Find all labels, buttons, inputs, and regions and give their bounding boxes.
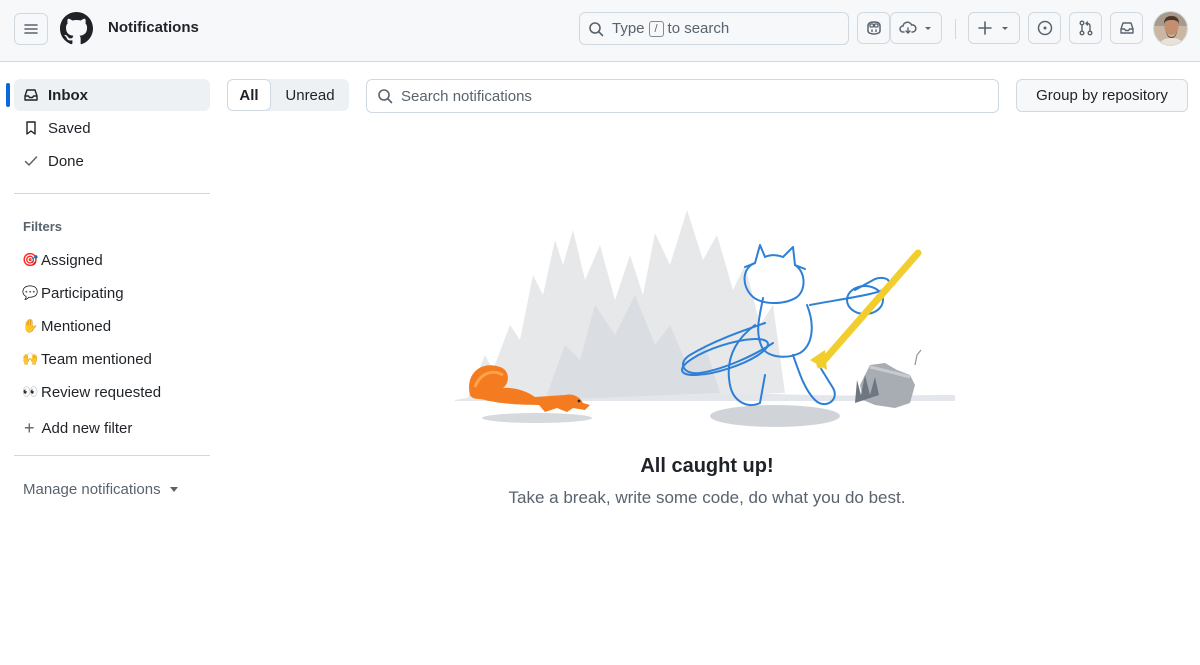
create-new-button[interactable] (968, 12, 1020, 44)
inbox-icon (23, 87, 39, 103)
menu-button[interactable] (14, 13, 48, 45)
filter-participating[interactable]: 💬 Participating (14, 278, 210, 308)
inbox-button[interactable] (1110, 12, 1143, 44)
add-filter-label: Add new filter (41, 419, 133, 437)
speech-balloon-icon: 💬 (22, 285, 39, 300)
inbox-icon (1119, 22, 1134, 34)
manage-notifications-button[interactable]: Manage notifications (23, 481, 178, 498)
filter-team-mentioned[interactable]: 🙌 Team mentioned (14, 344, 210, 374)
global-search-button[interactable]: Type / to search (579, 12, 849, 45)
app-header: Notifications Type / to search (0, 0, 1200, 62)
filter-label: Team mentioned (41, 350, 152, 368)
empty-state-subtitle: Take a break, write some code, do what y… (508, 488, 906, 507)
copilot-button[interactable] (857, 12, 890, 44)
manage-notifications-label: Manage notifications (23, 481, 161, 498)
filter-label: Assigned (41, 251, 103, 269)
tab-all[interactable]: All (227, 79, 271, 111)
search-placeholder: Type / to search (612, 20, 729, 37)
copilot-menu-button[interactable] (890, 12, 942, 44)
filter-mentioned[interactable]: ✋ Mentioned (14, 311, 210, 341)
copilot-icon (866, 21, 881, 35)
chevron-down-icon (1001, 27, 1008, 30)
search-icon (378, 89, 393, 104)
header-divider (955, 19, 956, 39)
search-placeholder-after: to search (667, 20, 730, 37)
sidebar-item-label: Done (48, 152, 84, 170)
active-indicator (6, 83, 10, 107)
plus-icon (977, 21, 992, 35)
filter-label: Mentioned (41, 317, 112, 335)
filters-heading: Filters (23, 219, 63, 234)
cloud-icon (898, 21, 917, 34)
tab-unread[interactable]: Unread (271, 79, 349, 111)
broom-stick (816, 249, 922, 369)
sidebar-divider (14, 193, 210, 194)
caret-down-icon (169, 487, 178, 492)
target-icon: 🎯 (22, 252, 39, 267)
check-icon (23, 153, 39, 169)
group-by-repository-button[interactable]: Group by repository (1016, 79, 1188, 112)
filter-tabs: All Unread (227, 79, 349, 111)
chevron-down-icon (924, 27, 931, 30)
empty-state-title: All caught up! (640, 455, 774, 477)
search-notifications-input[interactable] (401, 87, 961, 105)
notifications-search[interactable] (366, 79, 999, 113)
issue-opened-icon (1037, 20, 1052, 36)
page-title[interactable]: Notifications (108, 19, 199, 36)
sidebar-divider (14, 455, 210, 456)
eyes-icon: 👀 (22, 384, 39, 399)
sidebar-item-saved[interactable]: Saved (14, 112, 210, 144)
github-logo-icon[interactable] (60, 12, 93, 45)
user-avatar[interactable] (1153, 11, 1188, 46)
search-placeholder-before: Type (612, 20, 645, 37)
filter-review-requested[interactable]: 👀 Review requested (14, 377, 210, 407)
git-pull-request-icon (1079, 20, 1092, 36)
raised-hand-icon: ✋ (22, 318, 39, 333)
sidebar-item-label: Inbox (48, 86, 88, 104)
hamburger-icon (24, 24, 38, 34)
issues-button[interactable] (1028, 12, 1061, 44)
bookmark-icon (23, 120, 39, 136)
plus-icon: + (24, 418, 35, 438)
sidebar-item-label: Saved (48, 119, 91, 137)
filter-assigned[interactable]: 🎯 Assigned (14, 245, 210, 275)
sidebar-item-done[interactable]: Done (14, 145, 210, 177)
sidebar-item-inbox[interactable]: Inbox (14, 79, 210, 111)
filter-label: Participating (41, 284, 124, 302)
all-caught-up-illustration (455, 210, 955, 427)
slash-key-hint: / (648, 20, 664, 37)
filter-label: Review requested (41, 383, 162, 401)
raised-hands-icon: 🙌 (22, 351, 39, 366)
shadow-shape (482, 413, 592, 423)
add-filter-button[interactable]: + Add new filter (14, 413, 210, 443)
search-icon (589, 21, 604, 36)
pull-requests-button[interactable] (1069, 12, 1102, 44)
shadow-shape (710, 405, 840, 427)
